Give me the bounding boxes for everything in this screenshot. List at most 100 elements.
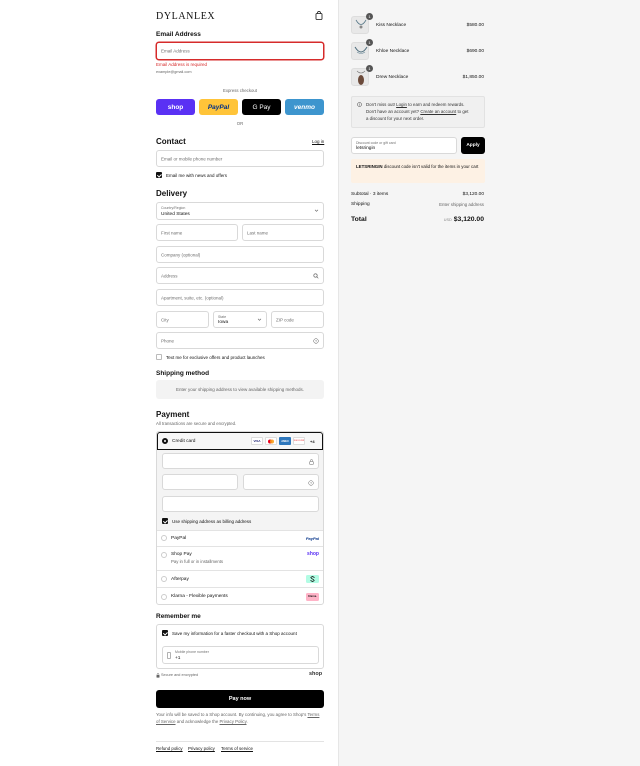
billing-same-label: Use shipping address as billing address bbox=[172, 518, 252, 524]
mobile-phone-input[interactable]: Mobile phone number +1 bbox=[162, 646, 319, 664]
city-input[interactable]: City bbox=[156, 311, 209, 328]
phone-input[interactable]: Phone ? bbox=[156, 332, 324, 349]
city-placeholder: City bbox=[161, 317, 169, 322]
paypal-express-button[interactable]: PayPal bbox=[199, 99, 238, 115]
afterpay-logo-icon bbox=[306, 574, 319, 583]
gpay-label: G Pay bbox=[252, 103, 271, 111]
login-link[interactable]: Log in bbox=[312, 139, 324, 144]
help-circle-icon[interactable]: ? bbox=[313, 338, 319, 346]
first-name-input[interactable]: First name bbox=[156, 224, 238, 241]
google-pay-express-button[interactable]: G Pay bbox=[242, 99, 281, 115]
shop-pay-express-button[interactable]: shop bbox=[156, 99, 195, 115]
refund-policy-link[interactable]: Refund policy bbox=[156, 746, 183, 751]
billing-same-checkbox[interactable] bbox=[162, 518, 168, 524]
rewards-login-link[interactable]: Login bbox=[396, 102, 407, 107]
payment-methods-box: Credit card VISA AMEX DISCOVER +4 ? Use … bbox=[156, 431, 324, 605]
quantity-badge: 1 bbox=[366, 65, 373, 72]
shop-pay-label: shop bbox=[167, 103, 184, 111]
klarna-option[interactable]: Klarna - Flexible payments Klarna. bbox=[157, 587, 323, 604]
quantity-badge: 1 bbox=[366, 13, 373, 20]
product-price: $690.00 bbox=[466, 49, 484, 54]
shop-logo: shop bbox=[309, 671, 323, 677]
rewards-text-1: Don't miss out! bbox=[366, 102, 395, 107]
chevron-down-icon bbox=[257, 317, 262, 324]
pay-now-button[interactable]: Pay now bbox=[156, 690, 324, 708]
apply-discount-button[interactable]: Apply bbox=[461, 137, 485, 154]
help-circle-icon[interactable]: ? bbox=[308, 480, 314, 488]
klarna-logo: Klarna. bbox=[306, 592, 319, 601]
subtotal-value: $3,120.00 bbox=[462, 192, 484, 197]
company-input[interactable]: Company (optional) bbox=[156, 246, 324, 263]
total-currency: USD bbox=[443, 218, 452, 222]
shipping-method-placeholder: Enter your shipping address to view avai… bbox=[156, 380, 324, 399]
product-price: $1,850.00 bbox=[462, 75, 484, 80]
country-select[interactable]: Country/Region United States bbox=[156, 202, 324, 220]
paypal-logo: PayPal bbox=[305, 535, 319, 541]
remember-me-box: Save my information for a faster checkou… bbox=[156, 624, 324, 669]
brand-logo[interactable]: DYLANLEX bbox=[156, 11, 215, 22]
card-form: ? Use shipping address as billing addres… bbox=[157, 450, 323, 530]
info-icon bbox=[357, 102, 362, 109]
discount-code-input[interactable]: Discount code or gift card letsringin bbox=[351, 137, 457, 154]
news-offers-checkbox[interactable] bbox=[156, 172, 162, 178]
security-code-input[interactable]: ? bbox=[243, 474, 319, 490]
venmo-express-button[interactable]: venmo bbox=[285, 99, 324, 115]
product-price: $580.00 bbox=[466, 23, 484, 28]
shipping-value: Enter shipping address bbox=[439, 202, 484, 207]
discount-error-message: discount code isn't valid for the items … bbox=[383, 164, 479, 169]
last-name-input[interactable]: Last name bbox=[242, 224, 324, 241]
email-placeholder: Email Address bbox=[161, 48, 190, 54]
discover-icon: DISCOVER bbox=[293, 437, 305, 445]
address-placeholder: Address bbox=[161, 273, 178, 278]
paypal-radio[interactable] bbox=[161, 535, 167, 541]
shop-privacy-link[interactable]: Privacy Policy bbox=[220, 719, 247, 724]
rewards-text-3: Don't have an account yet? bbox=[366, 108, 420, 114]
terms-of-service-link[interactable]: Terms of service bbox=[221, 746, 253, 751]
create-account-link[interactable]: Create an account bbox=[420, 109, 456, 114]
save-info-checkbox[interactable] bbox=[162, 630, 168, 636]
credit-card-option[interactable]: Credit card VISA AMEX DISCOVER +4 bbox=[157, 432, 323, 450]
mobile-phone-value: +1 bbox=[175, 655, 181, 661]
afterpay-radio[interactable] bbox=[161, 576, 167, 582]
total-label: Total bbox=[351, 216, 367, 223]
apartment-placeholder: Apartment, suite, etc. (optional) bbox=[161, 295, 224, 300]
card-number-input[interactable] bbox=[162, 453, 319, 469]
cart-bag-icon[interactable] bbox=[315, 11, 323, 20]
shop-pay-option[interactable]: Shop Pay Pay in full or in installments … bbox=[157, 546, 323, 570]
shop-pay-sub: Pay in full or in installments bbox=[171, 559, 224, 564]
expiration-date-input[interactable] bbox=[162, 474, 238, 490]
legal-text-1: Your info will be saved to a Shop accoun… bbox=[156, 712, 307, 717]
paypal-option[interactable]: PayPal PayPal bbox=[157, 530, 323, 546]
contact-email-phone-input[interactable]: Email or mobile phone number bbox=[156, 150, 324, 167]
svg-text:?: ? bbox=[310, 481, 312, 485]
rewards-text-5: a discount for your next order. bbox=[366, 115, 425, 121]
rewards-text-4: to get bbox=[457, 108, 469, 114]
email-section-title: Email Address bbox=[156, 31, 201, 38]
state-value: Iowa bbox=[218, 319, 229, 325]
total-amount: USD $3,120.00 bbox=[444, 216, 484, 223]
privacy-policy-link[interactable]: Privacy policy bbox=[188, 746, 215, 751]
visa-icon: VISA bbox=[251, 437, 263, 445]
secure-encrypted-text: Secure and encrypted bbox=[161, 673, 199, 677]
payment-title: Payment bbox=[156, 410, 190, 419]
text-offers-checkbox[interactable] bbox=[156, 354, 162, 360]
afterpay-option[interactable]: Afterpay bbox=[157, 570, 323, 587]
credit-card-radio[interactable] bbox=[162, 438, 168, 444]
more-cards-badge: +4 bbox=[310, 439, 315, 444]
shop-pay-radio[interactable] bbox=[161, 552, 167, 558]
email-hint: example@gmail.com bbox=[156, 70, 192, 74]
email-error-text: Email Address is required bbox=[156, 62, 208, 67]
klarna-option-label: Klarna - Flexible payments bbox=[171, 594, 228, 599]
address-input[interactable]: Address bbox=[156, 267, 324, 284]
mobile-phone-icon bbox=[167, 652, 171, 661]
name-on-card-input[interactable] bbox=[162, 496, 319, 512]
zip-code-input[interactable]: ZIP code bbox=[271, 311, 324, 328]
legal-text: Your info will be saved to a Shop accoun… bbox=[156, 712, 324, 725]
shop-pay-logo: shop bbox=[307, 551, 319, 557]
klarna-radio[interactable] bbox=[161, 593, 167, 600]
state-select[interactable]: State Iowa bbox=[213, 311, 267, 328]
email-address-input[interactable]: Email Address bbox=[156, 42, 324, 60]
apartment-input[interactable]: Apartment, suite, etc. (optional) bbox=[156, 289, 324, 306]
legal-end: . bbox=[246, 718, 248, 724]
venmo-label: venmo bbox=[294, 103, 315, 111]
